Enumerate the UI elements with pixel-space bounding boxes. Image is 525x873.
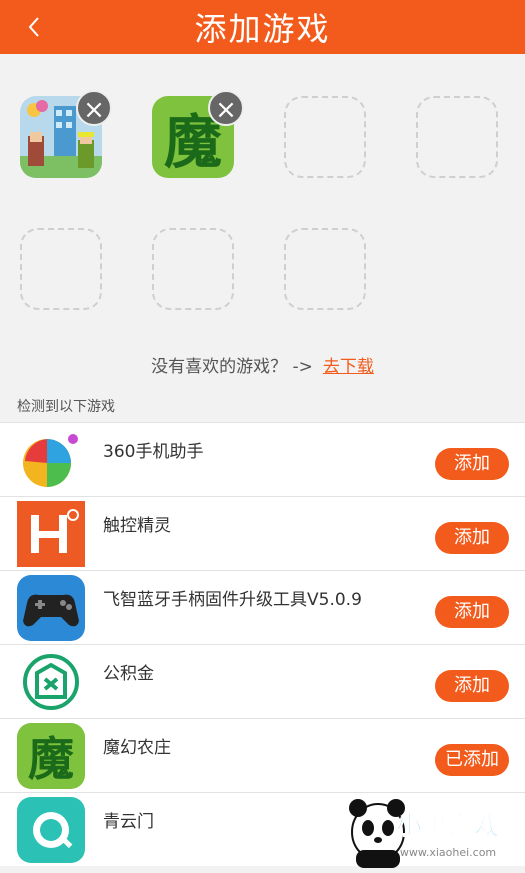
top-bar: 添加游戏 [0, 0, 525, 54]
list-item[interactable]: 360手机助手 添加 [0, 422, 525, 496]
section-title: 检测到以下游戏 [17, 399, 115, 415]
added-button[interactable]: 已添加 [435, 744, 509, 776]
app-name: 360手机助手 [103, 442, 204, 462]
app-name: 飞智蓝牙手柄固件升级工具V5.0.9 [103, 590, 362, 610]
empty-game-slot[interactable] [152, 228, 234, 310]
svg-text:小黑游戏: 小黑游戏 [396, 811, 500, 841]
list-item[interactable]: 飞智蓝牙手柄固件升级工具V5.0.9 添加 [0, 570, 525, 644]
list-item[interactable]: 触控精灵 添加 [0, 496, 525, 570]
magic-farm-game-icon: 魔 [17, 723, 85, 789]
remove-game-button[interactable]: × [76, 90, 112, 126]
list-item[interactable]: 公积金 添加 [0, 644, 525, 718]
close-icon: × [215, 95, 237, 125]
page-title: 添加游戏 [194, 10, 331, 48]
gamepad-icon [17, 575, 85, 641]
download-prompt: 没有喜欢的游戏？ -> 去下载 [0, 344, 525, 384]
empty-game-slot[interactable] [20, 228, 102, 310]
remove-game-button[interactable]: × [208, 90, 244, 126]
qingyunmen-icon [17, 797, 85, 863]
360-assistant-icon [17, 427, 85, 493]
housing-fund-icon [17, 649, 85, 715]
app-name: 公积金 [103, 664, 154, 684]
svg-text:www.xiaohei.com: www.xiaohei.com [400, 846, 496, 859]
list-item[interactable]: 魔 魔幻农庄 已添加 [0, 718, 525, 792]
empty-game-slot[interactable] [416, 96, 498, 178]
game-slot-2[interactable]: 魔 × [152, 90, 244, 178]
touch-sprite-icon [17, 501, 85, 567]
app-name: 触控精灵 [103, 516, 171, 536]
watermark-logo: 小黑游戏 www.xiaohei.com [330, 794, 525, 869]
close-icon: × [83, 95, 105, 125]
empty-game-slot[interactable] [284, 96, 366, 178]
add-button[interactable]: 添加 [435, 448, 509, 480]
add-button[interactable]: 添加 [435, 670, 509, 702]
chevron-left-icon [28, 17, 39, 37]
app-name: 魔幻农庄 [103, 738, 171, 758]
prompt-text: 没有喜欢的游戏？ -> [151, 356, 313, 377]
empty-game-slot[interactable] [284, 228, 366, 310]
add-button[interactable]: 添加 [435, 522, 509, 554]
game-slots-grid: × 魔 × [0, 54, 525, 339]
app-name: 青云门 [103, 812, 154, 832]
download-link[interactable]: 去下载 [323, 352, 374, 377]
game-slot-1[interactable]: × [20, 90, 112, 178]
add-button[interactable]: 添加 [435, 596, 509, 628]
back-button[interactable] [26, 0, 56, 54]
